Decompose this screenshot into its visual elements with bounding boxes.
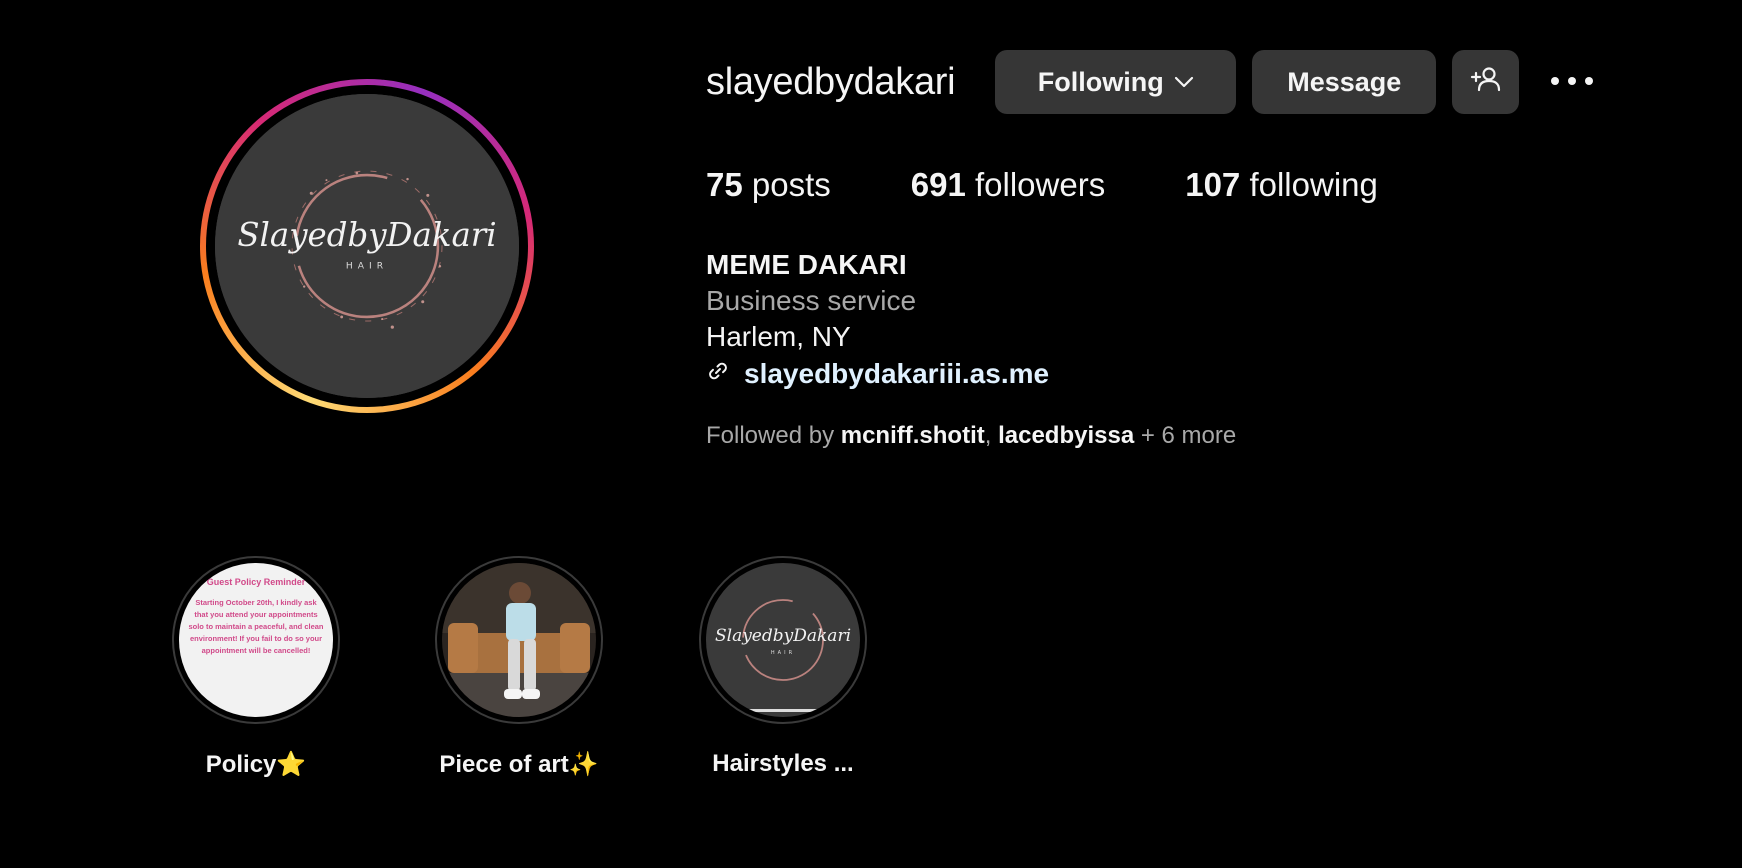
person-on-couch-photo xyxy=(442,563,596,717)
posts-number: 75 xyxy=(706,166,743,203)
logo-graphic: SlayedbyDakari HAIR xyxy=(706,563,860,717)
profile-avatar[interactable]: SlayedbyDakari HAIR xyxy=(200,79,534,413)
highlight-item[interactable]: SlayedbyDakari HAIR Hairstyles ... xyxy=(698,556,868,778)
highlight-thumbnail: Guest Policy Reminder Starting October 2… xyxy=(179,563,333,717)
thumb-logo-subtext: HAIR xyxy=(771,650,795,656)
followers-label: followers xyxy=(975,166,1106,203)
highlight-thumbnail xyxy=(442,563,596,717)
mutual-follower-link[interactable]: mcniff.shotit xyxy=(841,422,985,449)
followed-by-separator: , xyxy=(984,422,999,449)
thumb-line: environment! If you fail to do so your xyxy=(190,634,322,643)
highlight-item[interactable]: Piece of art✨ xyxy=(434,556,604,779)
highlight-label: Hairstyles ... xyxy=(712,750,854,777)
avatar-logo-image: SlayedbyDakari HAIR xyxy=(215,94,519,398)
highlight-label: Piece of art✨ xyxy=(439,751,599,778)
following-button-label: Following xyxy=(1037,66,1164,97)
display-name: MEME DAKARI xyxy=(706,249,907,280)
followed-by-prefix: Followed by xyxy=(706,422,841,449)
posts-count: 75 posts xyxy=(706,166,831,204)
more-options-button[interactable] xyxy=(1545,50,1599,114)
category-label: Business service xyxy=(706,285,917,316)
highlight-thumbnail: SlayedbyDakari HAIR xyxy=(706,563,860,717)
logo-script-text: SlayedbyDakari xyxy=(237,216,496,254)
thumb-line: that you attend your appointments xyxy=(194,610,317,619)
followers-number: 691 xyxy=(910,166,966,203)
link-icon xyxy=(706,356,730,392)
following-button[interactable]: Following xyxy=(995,50,1237,114)
message-button[interactable]: Message xyxy=(1252,50,1437,114)
highlight-label: Policy⭐ xyxy=(205,751,307,778)
thumb-line: solo to maintain a peaceful, and clean xyxy=(188,622,323,631)
more-options-icon xyxy=(1550,73,1594,91)
profile-stats: 75 posts 691 followers 107 following xyxy=(706,166,1458,204)
thumb-line: appointment will be cancelled! xyxy=(202,646,311,655)
mutual-follower-link[interactable]: lacedbyissa xyxy=(998,422,1134,449)
posts-label: posts xyxy=(751,166,831,203)
logo-graphic: SlayedbyDakari HAIR xyxy=(215,94,519,398)
highlight-item[interactable]: Guest Policy Reminder Starting October 2… xyxy=(171,556,341,779)
followers-link[interactable]: 691 followers xyxy=(911,166,1105,204)
more-mutual-followers-link[interactable]: + 6 more xyxy=(1134,422,1236,449)
thumb-logo-text: SlayedbyDakari xyxy=(715,626,851,646)
website-link-text[interactable]: slayedbydakariii.as.me xyxy=(744,356,1049,392)
profile-bio: MEME DAKARI Business service Harlem, NY … xyxy=(706,247,1049,392)
mutual-followers: Followed by mcniff.shotit, lacedbyissa +… xyxy=(706,422,1236,450)
logo-subtext: HAIR xyxy=(346,261,388,271)
profile-page: SlayedbyDakari HAIR slayedbydakari Follo… xyxy=(0,0,1742,868)
person-add-icon xyxy=(1470,65,1502,100)
following-link[interactable]: 107 following xyxy=(1185,166,1378,204)
suggested-users-button[interactable] xyxy=(1452,50,1520,114)
profile-header: slayedbydakari Following Message xyxy=(706,50,1599,114)
username: slayedbydakari xyxy=(706,60,956,103)
website-link[interactable]: slayedbydakariii.as.me xyxy=(706,356,1049,392)
thumb-title: Guest Policy Reminder xyxy=(207,577,306,587)
following-label: following xyxy=(1249,166,1378,203)
following-number: 107 xyxy=(1185,166,1241,203)
message-button-label: Message xyxy=(1287,66,1402,97)
chevron-down-icon xyxy=(1174,76,1194,88)
thumb-line: Starting October 20th, I kindly ask xyxy=(195,598,317,607)
location-text: Harlem, NY xyxy=(706,321,851,352)
